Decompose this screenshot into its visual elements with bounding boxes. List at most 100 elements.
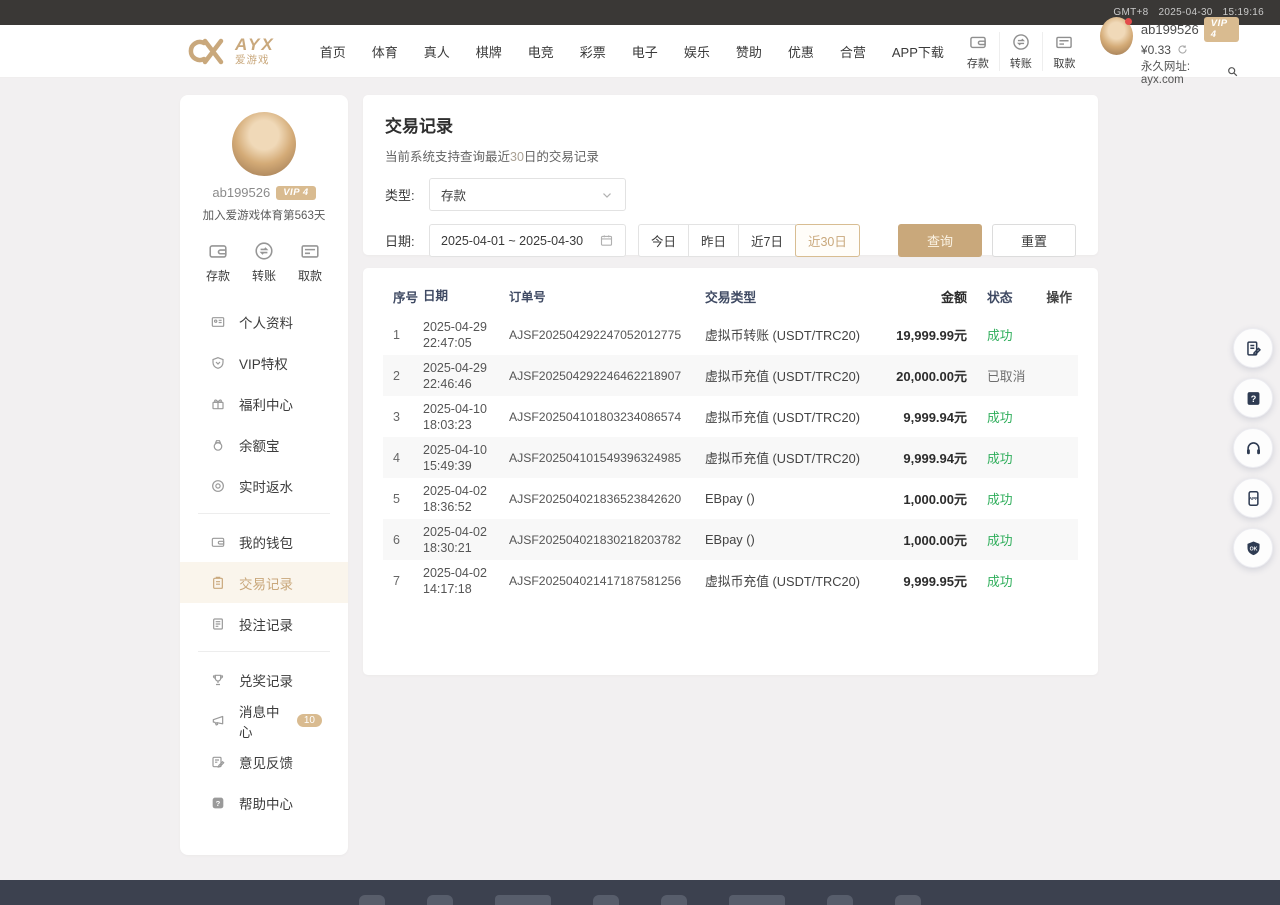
cell-status: 成功 xyxy=(967,489,1045,508)
sidebar-item-vip[interactable]: VIP特权 xyxy=(180,342,348,383)
column-header-5: 状态 xyxy=(967,287,1045,306)
nav-item-9[interactable]: 优惠 xyxy=(775,42,827,61)
type-select[interactable]: 存款 xyxy=(429,178,626,211)
svg-text:OK: OK xyxy=(1249,546,1257,552)
menu-divider xyxy=(198,651,330,652)
search-button[interactable]: 查询 xyxy=(898,224,982,257)
filter-card: 交易记录 当前系统支持查询最近30日的交易记录 类型: 存款 日期: 2025-… xyxy=(363,95,1098,255)
avatar[interactable] xyxy=(1100,17,1133,55)
header-deposit-button[interactable]: 存款 xyxy=(957,32,1000,71)
sidebar-item-prizes[interactable]: 兑奖记录 xyxy=(180,659,348,700)
header-transfer-button[interactable]: 转账 xyxy=(1000,32,1043,71)
svg-text:APP: APP xyxy=(1248,496,1257,501)
cell-no: 3 xyxy=(387,410,423,424)
sidebar-menu: 个人资料VIP特权福利中心余额宝实时返水我的钱包交易记录投注记录兑奖记录消息中心… xyxy=(180,301,348,823)
refresh-balance-icon[interactable] xyxy=(1176,43,1189,56)
column-header-3: 交易类型 xyxy=(705,287,881,306)
search-icon[interactable] xyxy=(1226,65,1239,78)
sidebar-item-profile[interactable]: 个人资料 xyxy=(180,301,348,342)
brand-name: AYX xyxy=(235,36,275,53)
nav-item-6[interactable]: 电子 xyxy=(619,42,671,61)
nav-item-1[interactable]: 体育 xyxy=(359,42,411,61)
type-select-value: 存款 xyxy=(441,185,600,204)
sidebar-withdraw-button[interactable]: 取款 xyxy=(298,240,322,284)
vip-icon xyxy=(210,355,226,371)
notification-dot xyxy=(1125,18,1132,25)
range-button-0[interactable]: 今日 xyxy=(638,224,689,257)
range-button-1[interactable]: 昨日 xyxy=(688,224,739,257)
svg-text:?: ? xyxy=(1250,394,1256,404)
footer-bar xyxy=(0,880,1280,905)
nav-item-7[interactable]: 娱乐 xyxy=(671,42,723,61)
cell-date: 2025-04-1018:03:23 xyxy=(423,401,509,433)
cell-order: AJSF202504292246462218907 xyxy=(509,369,705,383)
sidebar-item-feedback[interactable]: 意见反馈 xyxy=(180,741,348,782)
cell-order: AJSF202504101803234086574 xyxy=(509,410,705,424)
sidebar-item-help[interactable]: ?帮助中心 xyxy=(180,782,348,823)
cell-type: 虚拟币充值 (USDT/TRC20) xyxy=(705,366,881,385)
header-user-block[interactable]: ab199526 VIP 4 ¥0.33 永久网址: ayx.com xyxy=(1100,17,1239,86)
nav-item-2[interactable]: 真人 xyxy=(411,42,463,61)
float-app-download-button[interactable]: APP xyxy=(1233,478,1273,518)
nav-item-8[interactable]: 赞助 xyxy=(723,42,775,61)
nav-item-3[interactable]: 棋牌 xyxy=(463,42,515,61)
calendar-icon xyxy=(599,233,614,248)
float-faq-button[interactable]: ? xyxy=(1233,378,1273,418)
sidebar-item-messages[interactable]: 消息中心10 xyxy=(180,700,348,741)
footer-partner-logo xyxy=(895,895,921,905)
column-header-4: 金额 xyxy=(881,287,967,306)
cell-order: AJSF202504021830218203782 xyxy=(509,533,705,547)
table-row: 22025-04-2922:46:46AJSF20250429224646221… xyxy=(383,355,1078,396)
headset-icon xyxy=(1244,439,1263,458)
sidebar-item-yuebao[interactable]: 余额宝 xyxy=(180,424,348,465)
nav-item-0[interactable]: 首页 xyxy=(307,42,359,61)
feedback-icon xyxy=(210,754,226,770)
table-body: 12025-04-2922:47:05AJSF20250429224705201… xyxy=(383,314,1078,601)
nav-item-10[interactable]: 合营 xyxy=(827,42,879,61)
vip-badge: VIP 4 xyxy=(1204,17,1239,42)
range-button-2[interactable]: 近7日 xyxy=(738,224,796,257)
float-customer-service-button[interactable] xyxy=(1233,428,1273,468)
header-withdraw-button[interactable]: 取款 xyxy=(1043,32,1086,71)
faq-icon: ? xyxy=(1244,389,1263,408)
message-icon xyxy=(210,713,226,729)
sidebar-item-bets[interactable]: 投注记录 xyxy=(180,603,348,644)
nav-item-11[interactable]: APP下载 xyxy=(879,42,957,61)
footer-partner-logo xyxy=(427,895,453,905)
nav-item-4[interactable]: 电竞 xyxy=(515,42,567,61)
id-card-icon xyxy=(210,314,226,330)
range-button-3[interactable]: 近30日 xyxy=(795,224,860,257)
cell-amount: 9,999.94元 xyxy=(881,448,967,467)
cell-type: EBpay () xyxy=(705,532,881,547)
nav-item-5[interactable]: 彩票 xyxy=(567,42,619,61)
sidebar-transfer-button[interactable]: 转账 xyxy=(252,240,276,284)
sidebar-item-transactions[interactable]: 交易记录 xyxy=(180,562,348,603)
float-security-ok-button[interactable]: OK xyxy=(1233,528,1273,568)
float-feedback-form-button[interactable] xyxy=(1233,328,1273,368)
brand-name-cn: 爱游戏 xyxy=(235,55,275,66)
cell-no: 2 xyxy=(387,369,423,383)
reset-button[interactable]: 重置 xyxy=(992,224,1076,257)
sidebar-deposit-button[interactable]: 存款 xyxy=(206,240,230,284)
sidebar-quick-actions: 存款转账取款 xyxy=(180,240,348,284)
column-header-2: 订单号 xyxy=(509,287,705,305)
site-logo[interactable]: AYX 爱游戏 xyxy=(188,36,275,66)
footer-partner-logos xyxy=(359,895,921,905)
footer-partner-logo xyxy=(359,895,385,905)
sidebar-item-rebate[interactable]: 实时返水 xyxy=(180,465,348,506)
sidebar-item-welfare[interactable]: 福利中心 xyxy=(180,383,348,424)
date-range-input[interactable]: 2025-04-01 ~ 2025-04-30 xyxy=(429,224,626,257)
help-icon: ? xyxy=(210,795,226,811)
cell-status: 已取消 xyxy=(967,366,1045,385)
cell-amount: 9,999.95元 xyxy=(881,571,967,590)
cell-no: 7 xyxy=(387,574,423,588)
shield-ok-icon: OK xyxy=(1244,539,1263,558)
cell-type: 虚拟币充值 (USDT/TRC20) xyxy=(705,407,881,426)
footer-partner-logo xyxy=(495,895,551,905)
cell-status: 成功 xyxy=(967,530,1045,549)
cell-no: 6 xyxy=(387,533,423,547)
wallet-icon xyxy=(207,240,229,262)
cell-order: AJSF202504021836523842620 xyxy=(509,492,705,506)
sidebar-item-wallet[interactable]: 我的钱包 xyxy=(180,521,348,562)
join-days-label: 加入爱游戏体育第563天 xyxy=(180,207,348,223)
